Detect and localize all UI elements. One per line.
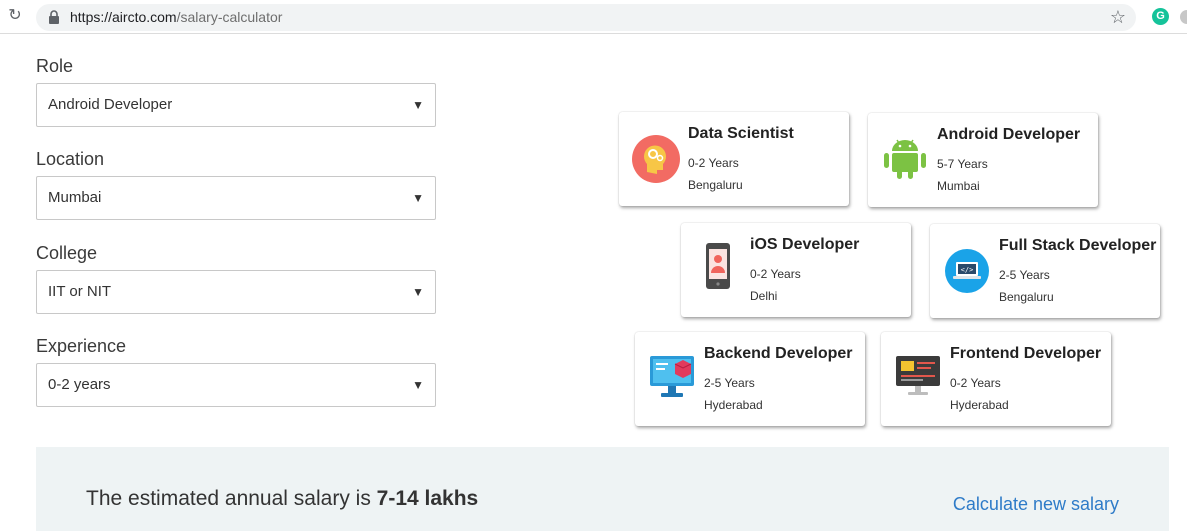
role-card-backend-developer[interactable]: Backend Developer 2-5 Years Hyderabad: [635, 332, 865, 426]
bookmark-star-icon[interactable]: ☆: [1110, 7, 1126, 27]
experience-label: Experience: [36, 336, 127, 356]
dropdown-caret-icon: ▼: [412, 378, 424, 392]
college-select-value: IIT or NIT: [48, 283, 112, 300]
card-city: Hyderabad: [950, 398, 1009, 412]
role-label: Role: [36, 56, 74, 76]
url-text: https://aircto.com/salary-calculator: [70, 9, 283, 25]
location-label: Location: [36, 149, 105, 169]
college-select[interactable]: IIT or NIT ▼: [36, 270, 436, 314]
card-city: Bengaluru: [688, 178, 743, 192]
card-title: iOS Developer: [750, 236, 860, 253]
location-select-value: Mumbai: [48, 189, 102, 206]
card-city: Bengaluru: [999, 290, 1054, 304]
card-title: Android Developer: [937, 126, 1081, 143]
calculate-new-salary-link[interactable]: Calculate new salary: [953, 494, 1119, 515]
role-card-data-scientist[interactable]: Data Scientist 0-2 Years Bengaluru: [619, 112, 849, 206]
experience-select-value: 0-2 years: [48, 376, 111, 393]
data-scientist-icon: [632, 135, 680, 183]
salary-result-banner: The estimated annual salary is 7-14 lakh…: [36, 447, 1169, 531]
svg-text:</>: </>: [961, 266, 974, 274]
role-select-value: Android Developer: [48, 96, 173, 113]
card-city: Delhi: [750, 289, 778, 303]
address-bar[interactable]: https://aircto.com/salary-calculator ☆: [36, 4, 1136, 31]
code-laptop-icon: </>: [945, 249, 989, 293]
location-select[interactable]: Mumbai ▼: [36, 176, 436, 220]
browser-toolbar: ↻ https://aircto.com/salary-calculator ☆…: [0, 0, 1187, 34]
role-card-ios-developer[interactable]: iOS Developer 0-2 Years Delhi: [681, 223, 911, 317]
grammarly-extension-icon[interactable]: G: [1152, 8, 1169, 25]
card-title: Full Stack Developer: [999, 237, 1157, 254]
web-monitor-icon: [896, 356, 940, 395]
card-experience: 0-2 Years: [950, 376, 1001, 390]
card-experience: 0-2 Years: [688, 156, 739, 170]
extension-icon[interactable]: [1180, 10, 1187, 24]
card-experience: 5-7 Years: [937, 157, 988, 171]
role-card-full-stack-developer[interactable]: </> Full Stack Developer 2-5 Years Benga…: [930, 224, 1160, 318]
android-icon: [884, 139, 926, 179]
server-monitor-icon: [650, 356, 694, 397]
card-experience: 2-5 Years: [704, 376, 755, 390]
dropdown-caret-icon: ▼: [412, 191, 424, 205]
role-card-frontend-developer[interactable]: Frontend Developer 0-2 Years Hyderabad: [881, 332, 1111, 426]
reload-icon[interactable]: ↻: [6, 7, 24, 25]
lock-icon: [49, 10, 59, 24]
dropdown-caret-icon: ▼: [412, 98, 424, 112]
card-experience: 0-2 Years: [750, 267, 801, 281]
salary-estimate-text: The estimated annual salary is 7-14 lakh…: [86, 487, 479, 510]
card-city: Hyderabad: [704, 398, 763, 412]
card-title: Frontend Developer: [950, 345, 1102, 362]
card-title: Data Scientist: [688, 125, 794, 142]
salary-amount: 7-14 lakhs: [376, 487, 479, 510]
college-label: College: [36, 243, 98, 263]
mobile-phone-icon: [706, 243, 730, 289]
card-title: Backend Developer: [704, 345, 853, 362]
dropdown-caret-icon: ▼: [412, 285, 424, 299]
card-experience: 2-5 Years: [999, 268, 1050, 282]
card-city: Mumbai: [937, 179, 980, 193]
role-select[interactable]: Android Developer ▼: [36, 83, 436, 127]
experience-select[interactable]: 0-2 years ▼: [36, 363, 436, 407]
role-card-android-developer[interactable]: Android Developer 5-7 Years Mumbai: [868, 113, 1098, 207]
